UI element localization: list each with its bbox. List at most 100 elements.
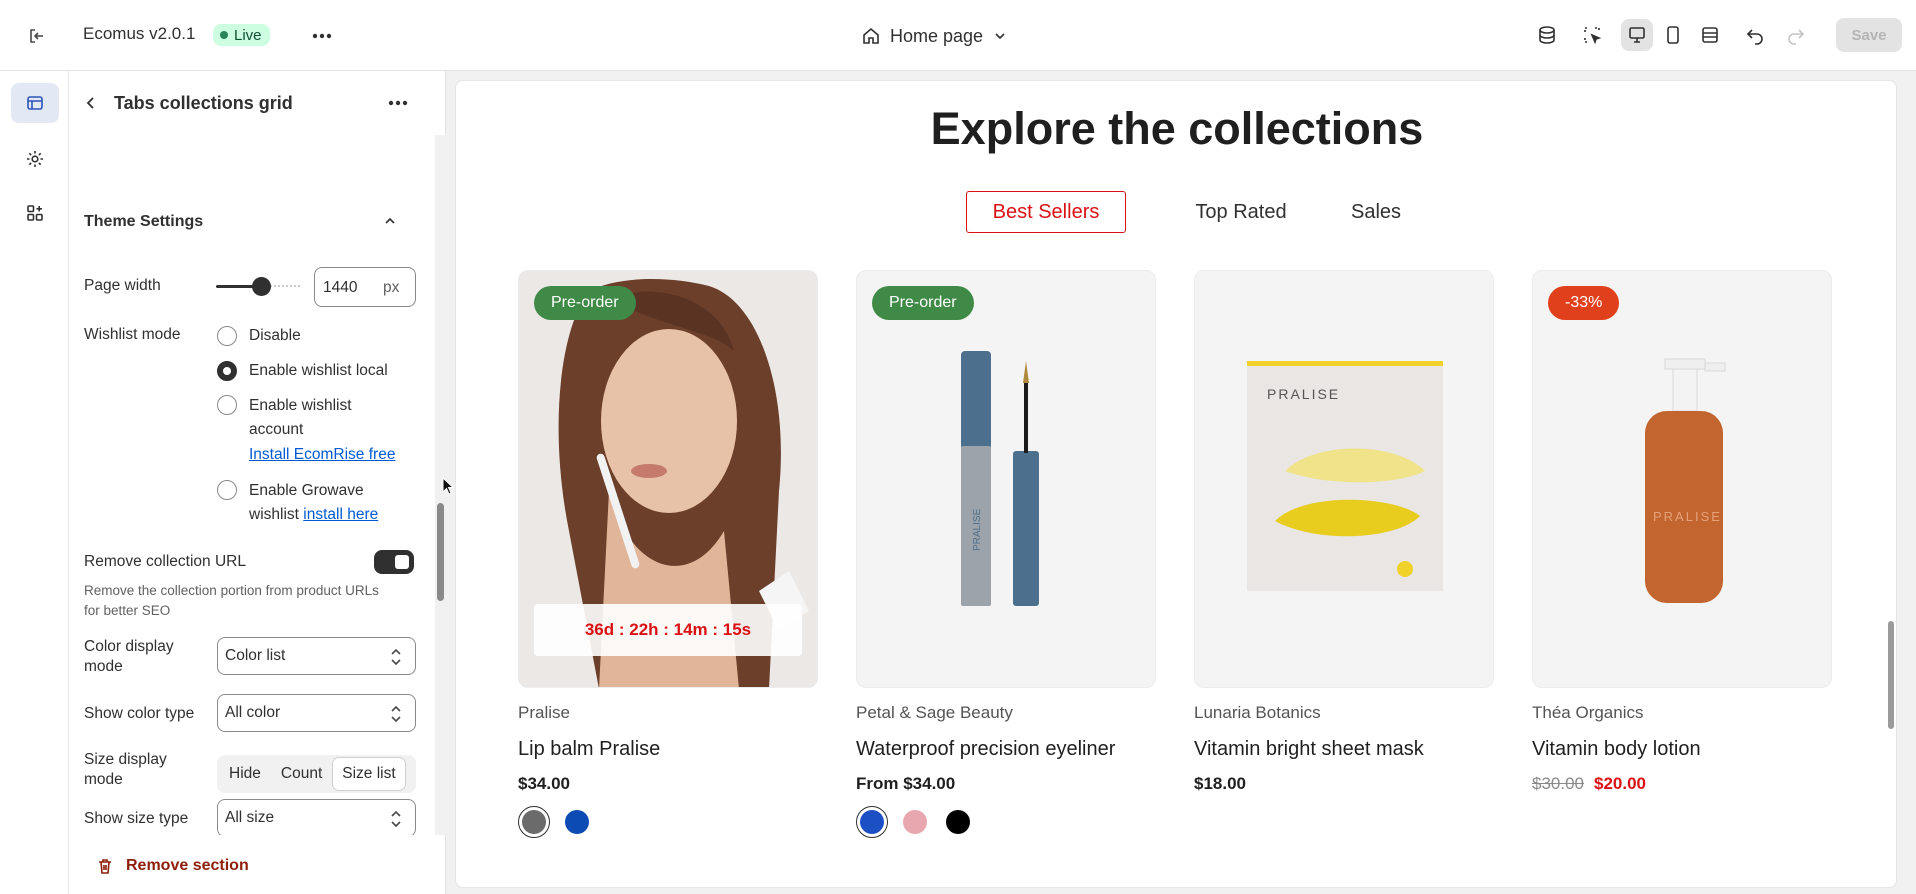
radio-enable-growave[interactable] <box>217 480 237 500</box>
save-button[interactable]: Save <box>1836 18 1902 52</box>
live-dot-icon <box>220 31 228 39</box>
remove-collection-url-toggle[interactable] <box>374 550 414 574</box>
fullscreen-view-icon[interactable] <box>1695 19 1725 51</box>
select-element-icon[interactable] <box>1577 20 1607 50</box>
product-name[interactable]: Waterproof precision eyeliner <box>856 738 1115 761</box>
size-display-mode-segmented[interactable]: Hide Count Size list <box>217 755 416 793</box>
select-chevrons-icon <box>391 648 401 666</box>
apps-icon[interactable] <box>11 193 59 233</box>
show-size-type-label: Show size type <box>84 810 189 827</box>
settings-gear-icon[interactable] <box>11 139 59 179</box>
radio-disable-label[interactable]: Disable <box>249 323 301 348</box>
panel-header: Tabs collections grid <box>69 71 446 135</box>
radio-enable-wishlist-local-label[interactable]: Enable wishlist local <box>249 358 388 383</box>
size-display-hide-option[interactable]: Hide <box>220 758 270 790</box>
tab-best-sellers[interactable]: Best Sellers <box>966 191 1126 233</box>
mobile-view-icon[interactable] <box>1658 19 1688 51</box>
page-width-field[interactable]: 1440 px <box>314 267 416 307</box>
page-selector[interactable]: Home page <box>862 22 1007 50</box>
live-label: Live <box>234 26 262 44</box>
app-name: Ecomus v2.0.1 <box>83 24 196 43</box>
product-price: From $34.00 <box>856 774 956 793</box>
preview-canvas[interactable]: Explore the collections Best Sellers Top… <box>455 80 1897 888</box>
home-icon <box>863 27 879 44</box>
more-options-icon[interactable] <box>306 22 338 50</box>
group-header-spacer <box>69 135 70 136</box>
mouse-cursor-icon <box>442 477 455 495</box>
eyeliner-illustration: PRALISE <box>961 351 1039 606</box>
product-brand[interactable]: Petal & Sage Beauty <box>856 703 1013 723</box>
show-size-type-value: All size <box>225 809 275 826</box>
page-width-value: 1440 <box>323 279 358 296</box>
preview-scrollbar-thumb[interactable] <box>1888 621 1894 729</box>
color-display-mode-value: Color list <box>225 647 286 664</box>
theme-settings-heading[interactable]: Theme Settings <box>84 212 203 232</box>
color-swatch[interactable] <box>518 806 550 838</box>
exit-icon[interactable] <box>22 22 52 50</box>
settings-scroll-area[interactable]: Theme Settings Page width 1440 px Wishli… <box>69 135 435 835</box>
database-icon[interactable] <box>1532 20 1562 50</box>
section-more-icon[interactable] <box>383 91 413 115</box>
tab-sales[interactable]: Sales <box>1326 191 1426 233</box>
color-swatch[interactable] <box>899 806 931 838</box>
slider-thumb[interactable] <box>252 277 271 296</box>
product-card[interactable]: PRALISE Lunaria Botanics Vitamin bright … <box>1194 270 1494 793</box>
radio-enable-growave-label[interactable]: Enable Growave <box>249 478 364 503</box>
product-card[interactable]: PRALISE Pre-order Petal & Sage Beauty Wa… <box>856 270 1156 838</box>
radio-enable-wishlist-account-label-2[interactable]: account <box>249 417 303 442</box>
size-display-mode-label-2: mode <box>84 771 123 788</box>
radio-disable[interactable] <box>217 326 237 346</box>
size-display-mode-label-1: Size display <box>84 751 167 768</box>
product-old-price: $30.00 <box>1532 774 1584 793</box>
product-name[interactable]: Vitamin bright sheet mask <box>1194 738 1424 761</box>
show-size-type-select[interactable]: All size <box>217 799 416 835</box>
sheet-mask-illustration: PRALISE <box>1247 361 1443 591</box>
desktop-view-icon[interactable] <box>1621 19 1653 51</box>
product-name[interactable]: Lip balm Pralise <box>518 738 660 761</box>
install-growave-link[interactable]: install here <box>303 506 378 523</box>
remove-section-button[interactable]: Remove section <box>96 851 249 881</box>
select-chevrons-icon <box>391 810 401 828</box>
product-brand[interactable]: Lunaria Botanics <box>1194 703 1321 723</box>
product-image[interactable]: Pre-order 36d : 22h : 14m : 15s <box>518 270 818 688</box>
page-width-unit: px <box>383 279 400 296</box>
wishlist-mode-label: Wishlist mode <box>84 326 181 343</box>
chevron-down-icon <box>995 33 1005 40</box>
settings-panel: Tabs collections grid Theme Settings Pag… <box>69 71 446 894</box>
product-brand[interactable]: Pralise <box>518 703 570 723</box>
page-width-slider[interactable] <box>216 275 304 297</box>
color-swatch[interactable] <box>856 806 888 838</box>
growave-wishlist-text: wishlist <box>249 506 299 523</box>
panel-scrollbar-thumb[interactable] <box>437 503 444 601</box>
preorder-badge: Pre-order <box>872 286 974 320</box>
install-ecomrise-link[interactable]: Install EcomRise free <box>249 442 395 467</box>
radio-enable-wishlist-local[interactable] <box>217 361 237 381</box>
preorder-badge: Pre-order <box>534 286 636 320</box>
lotion-bottle-illustration: PRALISE <box>1645 358 1726 603</box>
tab-top-rated[interactable]: Top Rated <box>1171 191 1311 233</box>
sections-icon[interactable] <box>11 83 59 123</box>
color-display-mode-select[interactable]: Color list <box>217 637 416 675</box>
color-swatch[interactable] <box>942 806 974 838</box>
undo-icon[interactable] <box>1740 20 1770 50</box>
chevron-up-icon[interactable] <box>380 211 400 231</box>
size-display-size-list-option[interactable]: Size list <box>333 758 405 790</box>
show-color-type-select[interactable]: All color <box>217 694 416 732</box>
product-card[interactable]: Pre-order 36d : 22h : 14m : 15s Pralise … <box>518 270 818 838</box>
color-swatch[interactable] <box>561 806 593 838</box>
page-width-label: Page width <box>84 277 161 294</box>
product-name[interactable]: Vitamin body lotion <box>1532 738 1701 761</box>
radio-enable-wishlist-account[interactable] <box>217 395 237 415</box>
product-sale-price: $20.00 <box>1594 774 1646 793</box>
redo-icon[interactable] <box>1781 20 1811 50</box>
product-image[interactable]: PRALISE -33% <box>1532 270 1832 688</box>
discount-badge: -33% <box>1548 286 1620 320</box>
product-brand[interactable]: Théa Organics <box>1532 703 1644 723</box>
back-arrow-icon[interactable] <box>79 91 103 115</box>
product-card[interactable]: PRALISE -33% Théa Organics Vitamin body … <box>1532 270 1832 793</box>
product-image[interactable]: PRALISE <box>1194 270 1494 688</box>
size-display-count-option[interactable]: Count <box>272 758 331 790</box>
radio-enable-wishlist-account-label[interactable]: Enable wishlist <box>249 393 352 418</box>
product-image[interactable]: PRALISE Pre-order <box>856 270 1156 688</box>
radio-enable-growave-label-2[interactable]: wishlist install here <box>249 502 378 527</box>
